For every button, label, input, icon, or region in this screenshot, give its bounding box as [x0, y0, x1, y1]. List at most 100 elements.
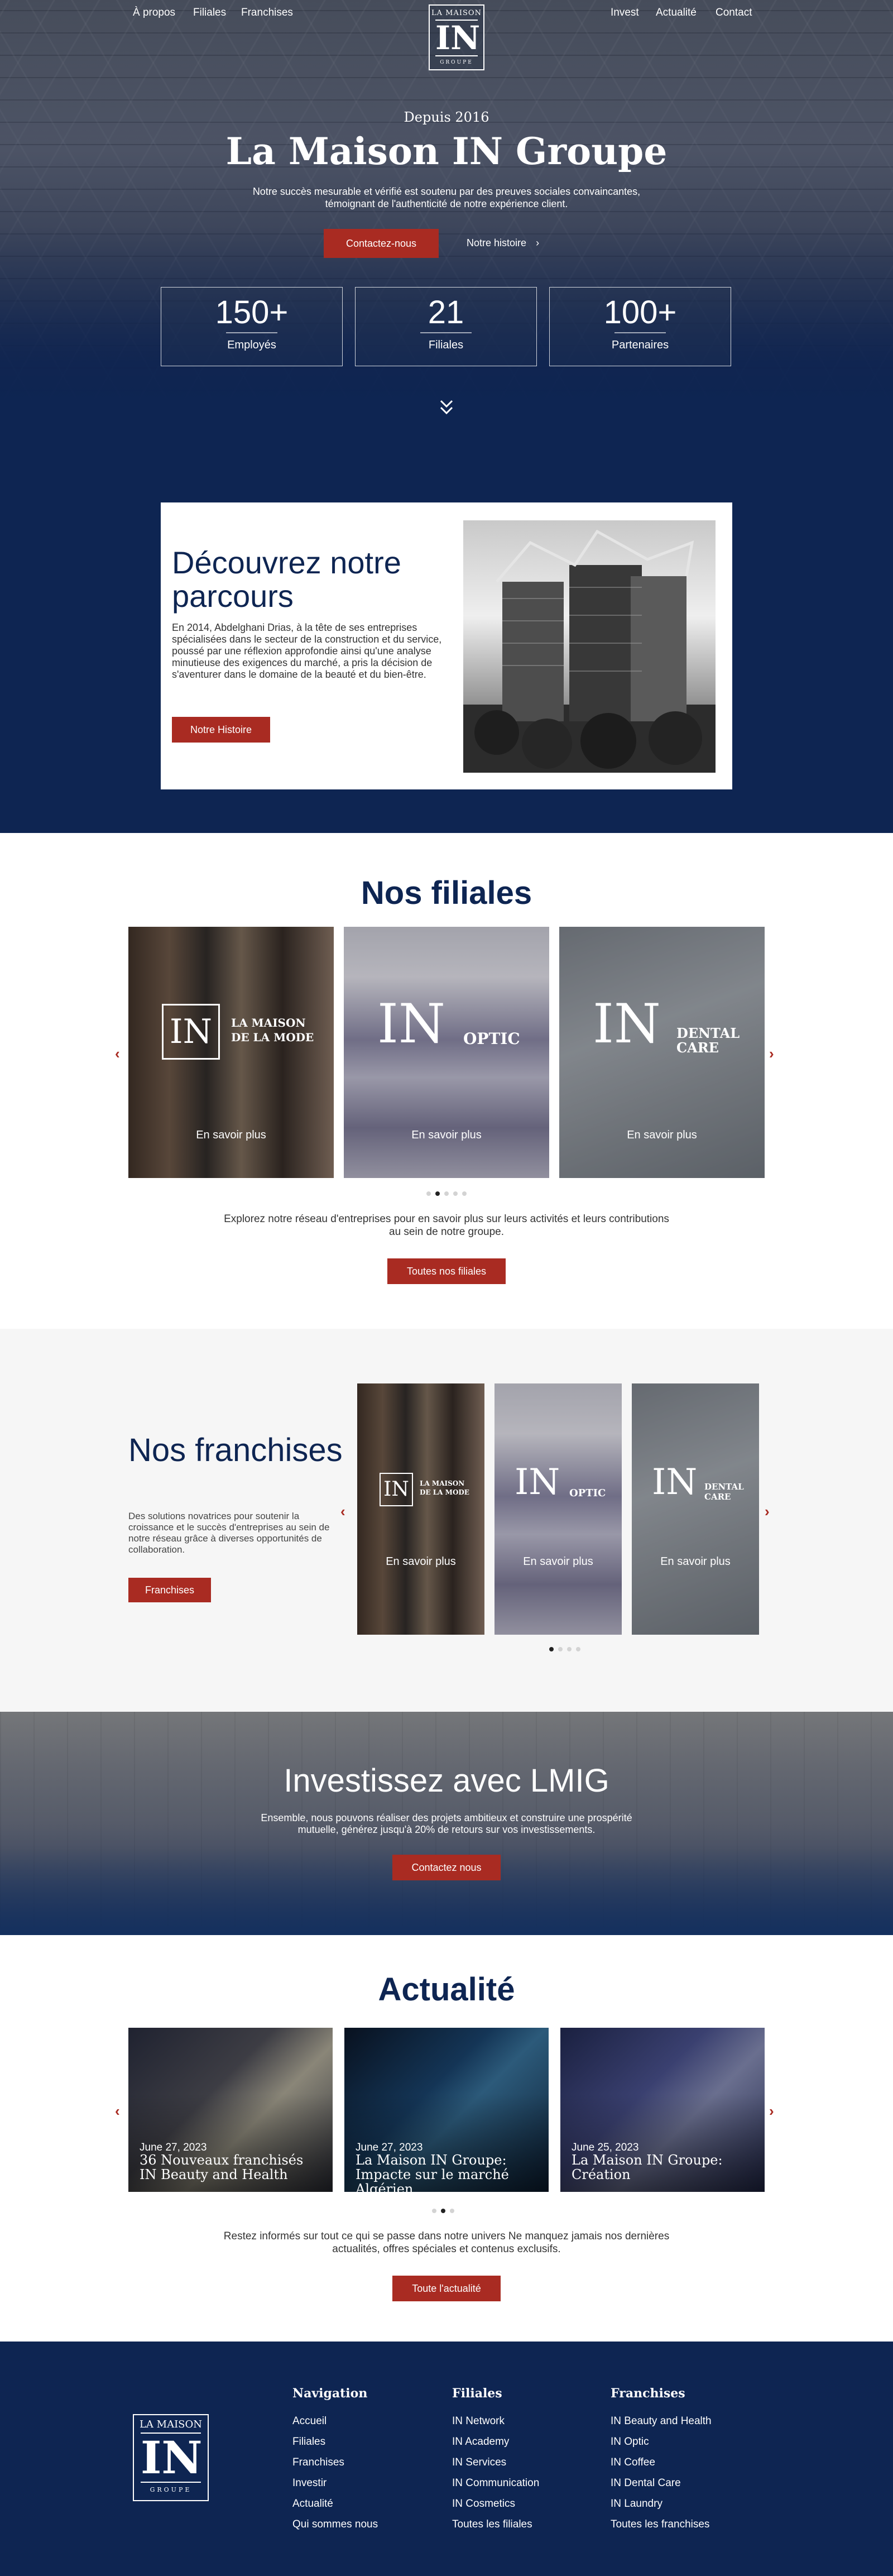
nav-link-franchises[interactable]: Franchises	[241, 7, 293, 19]
learn-more-link[interactable]: En savoir plus	[494, 1555, 622, 1568]
carousel-dot[interactable]	[444, 1191, 449, 1196]
learn-more-link[interactable]: En savoir plus	[128, 1129, 334, 1142]
carousel-dot[interactable]	[558, 1647, 563, 1651]
carousel-dot[interactable]	[441, 2209, 445, 2213]
scroll-down-icon[interactable]	[438, 396, 455, 421]
carousel-dot[interactable]	[567, 1647, 572, 1651]
carousel-prev-icon[interactable]: ‹	[340, 1503, 345, 1520]
brand-mark: IN	[515, 1462, 560, 1503]
stat-filiales: 21 Filiales	[355, 287, 537, 366]
carousel-dot[interactable]	[450, 2209, 454, 2213]
stat-label: Employés	[227, 339, 276, 351]
news-card[interactable]: June 27, 2023 La Maison IN Groupe: Impac…	[344, 2028, 549, 2192]
carousel-dot[interactable]	[576, 1647, 580, 1651]
footer-link[interactable]: Toutes les franchises	[611, 2514, 712, 2535]
carousel-dot[interactable]	[426, 1191, 431, 1196]
learn-more-link[interactable]: En savoir plus	[632, 1555, 759, 1568]
card-overlay	[357, 1383, 484, 1635]
footer-link[interactable]: IN Coffee	[611, 2452, 712, 2473]
news-card[interactable]: June 27, 2023 36 Nouveaux franchisés IN …	[128, 2028, 333, 2192]
brand-name-line1: LA MAISON	[231, 1016, 306, 1030]
brand-logo[interactable]: LA MAISON IN GROUPE	[429, 4, 484, 70]
news-headline: La Maison IN Groupe: Impacte sur le marc…	[356, 2152, 509, 2192]
footer-link-home[interactable]: Accueil	[292, 2411, 378, 2431]
card-overlay	[632, 1383, 759, 1635]
brand-mark: IN	[380, 1473, 413, 1506]
hero-since: Depuis 2016	[404, 109, 489, 125]
franchise-card-dental[interactable]: IN DENTAL CARE En savoir plus	[632, 1383, 759, 1635]
carousel-next-icon[interactable]: ›	[769, 1045, 774, 1062]
footer-link[interactable]: IN Academy	[452, 2431, 539, 2452]
hero-subtitle: Notre succès mesurable et vérifié est so…	[252, 186, 641, 209]
footer: LA MAISON IN GROUPE Navigation Accueil F…	[0, 2342, 893, 2576]
footer-link-about[interactable]: Qui sommes nous	[292, 2514, 378, 2535]
filiale-card-mode[interactable]: IN LA MAISON DE LA MODE En savoir plus	[128, 927, 334, 1178]
hero-history-link[interactable]: Notre histoire ›	[467, 237, 539, 249]
footer-link[interactable]: IN Network	[452, 2411, 539, 2431]
invest-contact-button[interactable]: Contactez nous	[392, 1855, 501, 1880]
footer-link[interactable]: IN Cosmetics	[452, 2493, 539, 2514]
all-news-button[interactable]: Toute l'actualité	[392, 2276, 501, 2301]
franchise-card-optic[interactable]: IN OPTIC En savoir plus	[494, 1383, 622, 1635]
footer-logo[interactable]: LA MAISON IN GROUPE	[133, 2414, 209, 2501]
nav-link-about[interactable]: À propos	[133, 7, 175, 19]
footer-link[interactable]: IN Dental Care	[611, 2473, 712, 2493]
nav-link-invest[interactable]: Invest	[611, 7, 639, 19]
logo-mark: IN	[141, 2431, 203, 2484]
filiale-card-optic[interactable]: IN OPTIC En savoir plus	[344, 927, 549, 1178]
brand-mark: IN	[652, 1462, 698, 1503]
logo-top-text: LA MAISON	[139, 2419, 203, 2430]
footer-column-franchises: Franchises IN Beauty and Health IN Optic…	[611, 2386, 712, 2535]
carousel-prev-icon[interactable]: ‹	[115, 1045, 120, 1062]
news-headline: 36 Nouveaux franchisés IN Beauty and Hea…	[140, 2152, 304, 2182]
carousel-dot[interactable]	[435, 1191, 440, 1196]
learn-more-link[interactable]: En savoir plus	[344, 1129, 549, 1142]
franchises-section: Nos franchises Des solutions novatrices …	[0, 1329, 893, 1712]
news-headline: La Maison IN Groupe: Création	[572, 2152, 723, 2182]
carousel-dot[interactable]	[453, 1191, 458, 1196]
nav-link-filiales[interactable]: Filiales	[193, 7, 226, 19]
logo-mark: IN	[435, 19, 481, 57]
carousel-dot[interactable]	[549, 1647, 554, 1651]
stat-value: 150+	[215, 294, 289, 331]
footer-link-filiales[interactable]: Filiales	[292, 2431, 378, 2452]
hero-contact-button[interactable]: Contactez-nous	[324, 229, 439, 258]
footer-link[interactable]: IN Laundry	[611, 2493, 712, 2514]
footer-link[interactable]: IN Communication	[452, 2473, 539, 2493]
learn-more-link[interactable]: En savoir plus	[559, 1129, 765, 1142]
franchises-title: Nos franchises	[128, 1432, 343, 1468]
footer-link[interactable]: IN Beauty and Health	[611, 2411, 712, 2431]
discover-title: Découvrez notre parcours	[172, 545, 401, 614]
news-title: Actualité	[378, 1971, 515, 2008]
franchises-button[interactable]: Franchises	[128, 1578, 211, 1602]
footer-link[interactable]: IN Optic	[611, 2431, 712, 2452]
carousel-next-icon[interactable]: ›	[765, 1503, 770, 1520]
invest-text: Ensemble, nous pouvons réaliser des proj…	[261, 1812, 632, 1835]
history-button[interactable]: Notre Histoire	[172, 717, 270, 743]
footer-link-invest[interactable]: Investir	[292, 2473, 378, 2493]
filiale-card-dental[interactable]: IN DENTAL CARE En savoir plus	[559, 927, 765, 1178]
footer-link[interactable]: IN Services	[452, 2452, 539, 2473]
stat-partners: 100+ Partenaires	[549, 287, 731, 366]
brand-name-line1: DENTAL	[676, 1025, 740, 1041]
franchise-card-mode[interactable]: IN LA MAISON DE LA MODE En savoir plus	[357, 1383, 484, 1635]
invest-section: Investissez avec LMIG Ensemble, nous pou…	[0, 1712, 893, 1935]
brand-name-line1: OPTIC	[569, 1487, 606, 1499]
footer-link-franchises[interactable]: Franchises	[292, 2452, 378, 2473]
carousel-next-icon[interactable]: ›	[769, 2103, 774, 2120]
carousel-prev-icon[interactable]: ‹	[115, 2103, 120, 2120]
nav-link-contact[interactable]: Contact	[716, 7, 752, 19]
learn-more-link[interactable]: En savoir plus	[357, 1555, 484, 1568]
all-filiales-button[interactable]: Toutes nos filiales	[387, 1258, 506, 1284]
news-card[interactable]: June 25, 2023 La Maison IN Groupe: Créat…	[560, 2028, 765, 2192]
footer-link-news[interactable]: Actualité	[292, 2493, 378, 2514]
footer-column-filiales: Filiales IN Network IN Academy IN Servic…	[452, 2386, 539, 2535]
carousel-dots	[432, 2209, 454, 2213]
brand-mark: IN	[162, 1004, 220, 1060]
nav-link-news[interactable]: Actualité	[656, 7, 697, 19]
carousel-dot[interactable]	[432, 2209, 436, 2213]
brand-name-line2: CARE	[676, 1040, 719, 1056]
card-overlay	[494, 1383, 622, 1635]
footer-link[interactable]: Toutes les filiales	[452, 2514, 539, 2535]
carousel-dot[interactable]	[462, 1191, 467, 1196]
